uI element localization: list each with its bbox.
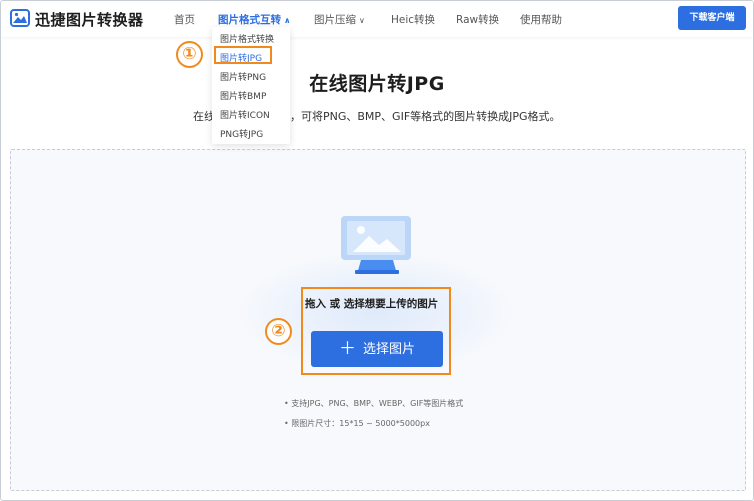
chevron-up-icon: ∧ — [284, 16, 291, 25]
page-title: 在线图片转JPG — [309, 73, 445, 95]
format-dropdown-menu: 图片格式转换 图片转JPG 图片转PNG 图片转BMP 图片转ICON PNG转… — [212, 27, 290, 144]
dropdown-item-png-to-jpg[interactable]: PNG转JPG — [220, 127, 263, 140]
step-marker-two: ② — [265, 318, 292, 345]
download-client-button[interactable]: 下载客户端 — [678, 6, 746, 30]
logo-icon — [10, 9, 30, 27]
dropdown-item-to-png[interactable]: 图片转PNG — [220, 70, 266, 83]
dropdown-item-to-icon[interactable]: 图片转ICON — [220, 108, 270, 121]
hint-formats: • 支持JPG、PNG、BMP、WEBP、GIF等图片格式 — [284, 399, 464, 408]
dropdown-item-to-bmp[interactable]: 图片转BMP — [220, 89, 266, 102]
nav-format-convert[interactable]: 图片格式互转 ∧ — [218, 12, 291, 27]
nav-compress[interactable]: 图片压缩 ∨ — [314, 12, 365, 27]
nav-help[interactable]: 使用帮助 — [520, 12, 562, 27]
app-window: 迅捷图片转换器 首页 图片格式互转 ∧ 图片压缩 ∨ Heic转换 Raw转换 使用… — [0, 0, 754, 501]
nav-heic[interactable]: Heic转换 — [391, 12, 435, 27]
highlight-box-upload — [301, 287, 451, 375]
chevron-down-icon: ∨ — [359, 16, 365, 25]
page-subtitle: ，可将PNG、BMP、GIF等格式的图片转换成JPG格式。 — [290, 110, 561, 123]
highlight-box-to-jpg — [214, 46, 272, 64]
nav-format-convert-label: 图片格式互转 — [218, 14, 281, 26]
nav-home[interactable]: 首页 — [174, 12, 195, 27]
step-marker-one: ① — [176, 41, 203, 68]
brand-name[interactable]: 迅捷图片转换器 — [35, 9, 144, 30]
dropdown-item-format-convert[interactable]: 图片格式转换 — [220, 32, 274, 45]
nav-raw[interactable]: Raw转换 — [456, 12, 499, 27]
image-upload-icon — [341, 216, 411, 274]
hint-size: • 限图片尺寸：15*15 ~ 5000*5000px — [284, 419, 430, 428]
nav-compress-label: 图片压缩 — [314, 14, 356, 26]
top-header: 迅捷图片转换器 首页 图片格式互转 ∧ 图片压缩 ∨ Heic转换 Raw转换 使用… — [1, 1, 753, 37]
